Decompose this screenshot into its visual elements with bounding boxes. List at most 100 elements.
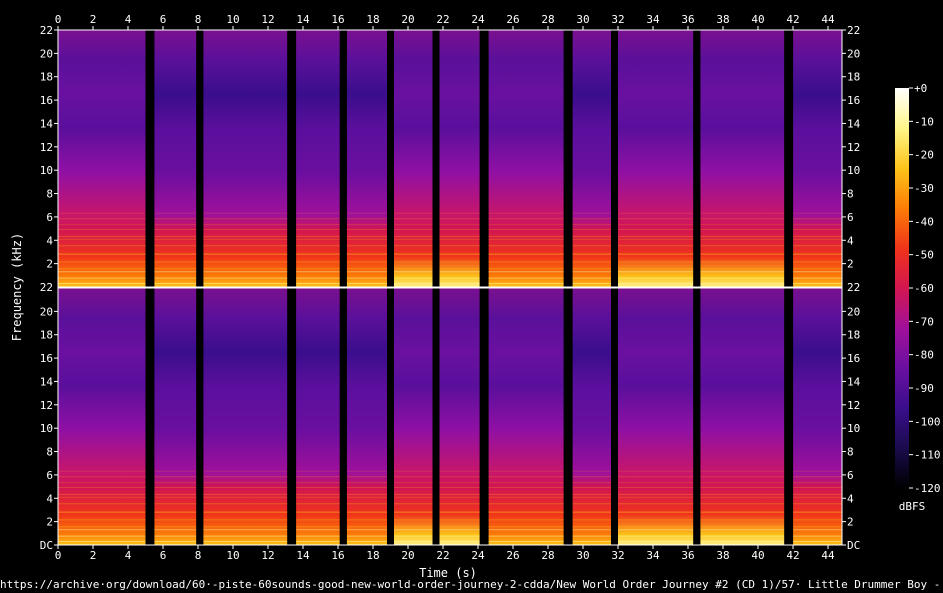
y-tick-label-left: 18 [40,71,53,84]
colorbar-tick-label: -110 [914,449,941,462]
y-tick-label-left: DC [40,539,53,552]
colorbar-tick-label: -80 [914,349,934,362]
source-url: https://archive·org/download/60·-piste-6… [0,578,943,591]
y-tick-label-right: 16 [847,352,860,365]
silence-gap [479,30,489,287]
x-tick-label-bottom: 42 [786,549,799,562]
x-tick-label-bottom: 36 [681,549,694,562]
audio-segment [439,30,480,287]
y-tick-label-left: 22 [40,281,53,294]
x-tick-label-bottom: 40 [751,549,764,562]
y-tick-label-left: 14 [40,375,54,388]
silence-gap [563,288,573,545]
x-tick-label-top: 18 [366,13,379,26]
y-tick-label-left: 8 [46,446,53,459]
y-tick-label-right: 4 [847,492,854,505]
audio-segment [700,288,785,545]
silence-gap [145,30,155,287]
x-tick-label-bottom: 8 [195,549,202,562]
x-tick-label-bottom: 20 [401,549,414,562]
y-tick-label-left: 2 [46,258,53,271]
x-tick-label-top: 20 [401,13,414,26]
y-tick-label-left: 20 [40,47,53,60]
y-tick-label-right: 22 [847,281,860,294]
y-tick-label-left: 6 [46,469,53,482]
silence-gap [784,288,794,545]
y-tick-label-left: 4 [46,234,53,247]
silence-gap [693,288,701,545]
colorbar-tick-label: -40 [914,215,934,228]
x-tick-label-top: 8 [195,13,202,26]
audio-segment [572,288,611,545]
audio-segment [154,288,197,545]
x-tick-label-top: 16 [331,13,344,26]
y-tick-label-right: 22 [847,24,860,37]
audio-segment [296,288,340,545]
silence-gap [611,30,618,287]
y-tick-label-left: 20 [40,305,53,318]
silence-gap [287,288,297,545]
x-tick-label-bottom: 34 [646,549,660,562]
audio-segment [793,30,842,287]
y-tick-label-left: 4 [46,492,53,505]
y-tick-label-right: 8 [847,446,854,459]
y-axis-label: Frequency (kHz) [10,233,24,341]
y-tick-label-right: 18 [847,71,860,84]
audio-segment [346,30,388,287]
audio-segment [58,30,146,287]
audio-segment [203,288,288,545]
silence-gap [611,288,618,545]
audio-segment [618,30,694,287]
silence-gap [387,30,394,287]
spectrogram-panels [57,29,843,546]
x-tick-label-top: 28 [541,13,554,26]
y-tick-label-left: 2 [46,516,53,529]
colorbar-tick-label: -20 [914,149,934,162]
colorbar-gradient [895,88,909,488]
silence-gap [387,288,394,545]
y-tick-label-left: 22 [40,24,53,37]
y-tick-label-right: 14 [847,375,861,388]
x-tick-label-bottom: 30 [576,549,589,562]
silence-gap [196,288,204,545]
x-tick-label-top: 30 [576,13,589,26]
x-tick-label-bottom: 12 [261,549,274,562]
x-tick-label-bottom: 4 [125,549,132,562]
x-tick-label-bottom: 2 [90,549,97,562]
y-tick-label-left: 10 [40,164,53,177]
silence-gap [563,30,573,287]
colorbar-tick-label: -70 [914,315,934,328]
audio-segment [700,30,785,287]
audio-segment [572,30,611,287]
audio-segment [394,30,433,287]
y-tick-label-left: 12 [40,399,53,412]
x-tick-label-bottom: 18 [366,549,379,562]
silence-gap [145,288,155,545]
audio-segment [793,288,842,545]
audio-segment [346,288,388,545]
x-tick-label-top: 0 [55,13,62,26]
x-tick-label-bottom: 10 [226,549,239,562]
audio-segment [58,288,146,545]
y-tick-label-left: 12 [40,141,53,154]
x-tick-label-top: 40 [751,13,764,26]
spectrogram-chart: 0022446688101012121414161618182020222224… [10,13,941,580]
y-tick-label-right: 12 [847,399,860,412]
audio-segment [394,288,433,545]
colorbar-tick-label: -60 [914,282,934,295]
x-tick-label-bottom: 32 [611,549,624,562]
y-tick-label-right: 10 [847,164,860,177]
x-tick-label-top: 10 [226,13,239,26]
x-tick-label-top: 22 [436,13,449,26]
x-tick-label-top: 14 [296,13,310,26]
x-tick-label-bottom: 16 [331,549,344,562]
y-tick-label-right: 20 [847,305,860,318]
colorbar-tick-label: -90 [914,382,934,395]
silence-gap [693,30,701,287]
y-tick-label-left: 14 [40,117,54,130]
y-tick-label-left: 16 [40,352,53,365]
silence-gap [339,30,347,287]
x-tick-label-top: 34 [646,13,660,26]
y-tick-label-left: 8 [46,188,53,201]
silence-gap [196,30,204,287]
